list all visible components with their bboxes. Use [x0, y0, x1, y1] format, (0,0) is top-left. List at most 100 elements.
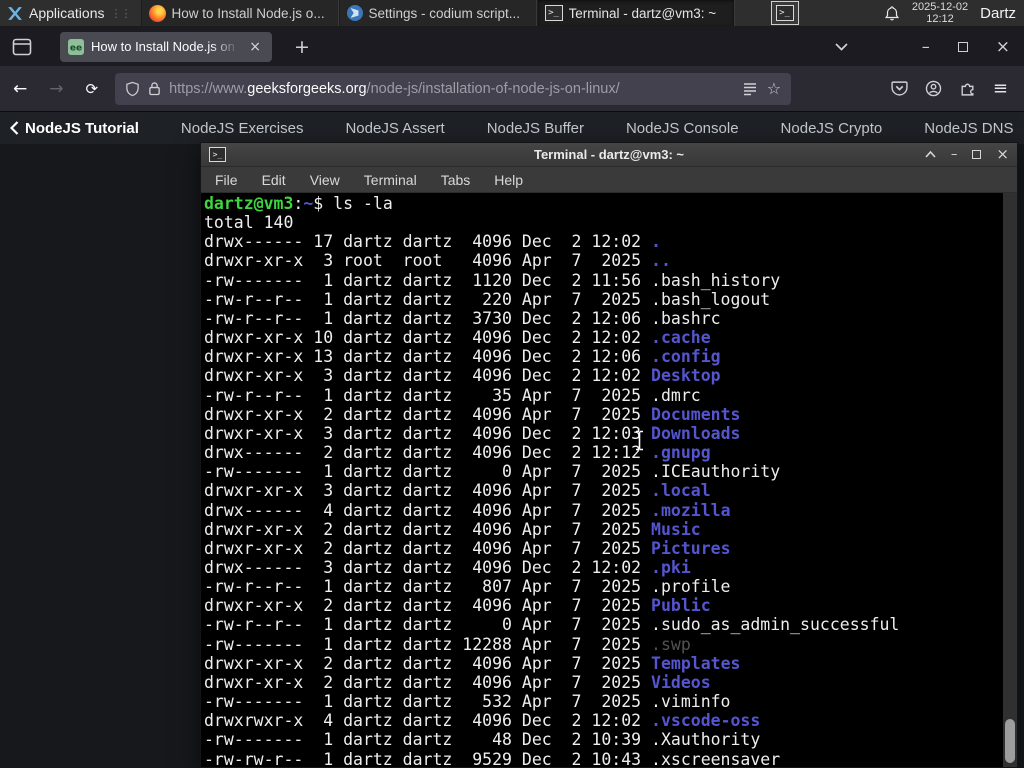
bookmark-star-icon[interactable]: ☆: [767, 79, 781, 98]
terminal-menubar: File Edit View Terminal Tabs Help: [201, 167, 1017, 193]
terminal-icon: >_: [775, 5, 794, 21]
terminal-line: drwx------ 2 dartz dartz 4096 Dec 2 12:1…: [204, 443, 711, 463]
vscodium-icon: [346, 5, 363, 21]
window-close-button[interactable]: ×: [982, 33, 1024, 61]
site-nav-link-assert[interactable]: NodeJS Assert: [345, 120, 444, 137]
terminal-line: drwxr-xr-x 2 dartz dartz 4096 Apr 7 2025…: [204, 538, 731, 558]
menu-edit[interactable]: Edit: [262, 172, 286, 188]
tray-terminal-icon[interactable]: >_: [770, 1, 799, 25]
terminal-line: drwxr-xr-x 2 dartz dartz 4096 Apr 7 2025…: [204, 519, 701, 539]
list-all-tabs-chevron-icon[interactable]: [821, 39, 862, 55]
forward-button[interactable]: →: [40, 74, 72, 104]
taskbar-window-terminal[interactable]: >_ Terminal - dartz@vm3: ~: [536, 0, 735, 26]
terminal-line: drwxr-xr-x 10 dartz dartz 4096 Dec 2 12:…: [204, 328, 711, 348]
site-nav-link-console[interactable]: NodeJS Console: [626, 120, 739, 137]
terminal-line: drwx------ 4 dartz dartz 4096 Apr 7 2025…: [204, 500, 731, 520]
toolbar-right-icons: ≡: [887, 74, 1024, 103]
terminal-line: drwx------ 17 dartz dartz 4096 Dec 2 12:…: [204, 232, 661, 252]
site-nav-link-exercises[interactable]: NodeJS Exercises: [181, 120, 304, 137]
terminal-line: -rw-r--r-- 1 dartz dartz 220 Apr 7 2025 …: [204, 289, 771, 309]
nav-scroll-left-chevron-icon[interactable]: [10, 121, 19, 135]
taskbar-window-title: How to Install Node.js o...: [171, 5, 325, 21]
tracking-protection-shield-icon[interactable]: [125, 81, 140, 97]
desktop: Applications ⋮⋮ How to Install Node.js o…: [0, 0, 1024, 768]
terminal-line: drwxr-xr-x 2 dartz dartz 4096 Apr 7 2025…: [204, 404, 741, 424]
terminal-shade-button[interactable]: [925, 151, 936, 158]
terminal-line: total 140: [204, 213, 294, 233]
terminal-screen[interactable]: dartz@vm3:~$ ls -la total 140 drwx------ 1…: [201, 193, 1017, 767]
terminal-line: -rw------- 1 dartz dartz 0 Apr 7 2025 .I…: [204, 462, 781, 482]
tab-title: How to Install Node.js on: [91, 39, 240, 54]
site-nav-link-dns[interactable]: NodeJS DNS: [924, 120, 1013, 137]
browser-toolbar: ← → ⟳ https://www.geeksforgeeks.org/node…: [0, 66, 1024, 112]
url-text: https://www.geeksforgeeks.org/node-js/in…: [169, 80, 620, 97]
firefox-view-icon[interactable]: [12, 38, 32, 56]
terminal-line: -rw-r--r-- 1 dartz dartz 35 Apr 7 2025 .…: [204, 385, 701, 405]
applications-menu-button[interactable]: Applications ⋮⋮: [0, 0, 141, 26]
terminal-line: dartz@vm3:~$ ls -la: [204, 194, 393, 213]
taskbar-window-title: Terminal - dartz@vm3: ~: [568, 5, 717, 21]
terminal-window-title: Terminal - dartz@vm3: ~: [533, 147, 685, 162]
menu-hamburger-icon[interactable]: ≡: [989, 74, 1012, 103]
account-icon[interactable]: [921, 76, 946, 101]
terminal-line: -rw-r--r-- 1 dartz dartz 807 Apr 7 2025 …: [204, 577, 731, 597]
window-controls: – ×: [821, 33, 1024, 61]
terminal-line: -rw-r--r-- 1 dartz dartz 0 Apr 7 2025 .s…: [204, 615, 900, 635]
terminal-output: dartz@vm3:~$ ls -la total 140 drwx------ 1…: [201, 193, 1003, 767]
terminal-titlebar[interactable]: >_ Terminal - dartz@vm3: ~ – ×: [201, 143, 1017, 167]
menu-tabs[interactable]: Tabs: [441, 172, 471, 188]
firefox-icon: [148, 4, 166, 22]
site-nav-link-tutorial[interactable]: NodeJS Tutorial: [25, 120, 139, 137]
taskbar-window-firefox[interactable]: How to Install Node.js o...: [140, 0, 339, 26]
geeksforgeeks-favicon: ee: [68, 38, 84, 55]
terminal-line: drwxr-xr-x 2 dartz dartz 4096 Apr 7 2025…: [204, 596, 711, 616]
site-nav-link-buffer[interactable]: NodeJS Buffer: [487, 120, 584, 137]
terminal-line: drwxrwxr-x 4 dartz dartz 4096 Dec 2 12:0…: [204, 711, 761, 731]
browser-tab-bar: ee How to Install Node.js on × + – ×: [0, 27, 1024, 66]
menu-terminal[interactable]: Terminal: [364, 172, 417, 188]
terminal-line: drwxr-xr-x 3 dartz dartz 4096 Dec 2 12:0…: [204, 366, 721, 386]
terminal-scrollbar[interactable]: [1003, 193, 1017, 767]
applications-label: Applications: [29, 5, 105, 21]
terminal-minimize-button[interactable]: –: [951, 148, 958, 161]
terminal-icon: >_: [544, 5, 563, 21]
terminal-line: -rw------- 1 dartz dartz 1120 Dec 2 11:5…: [204, 270, 781, 290]
menu-file[interactable]: File: [215, 172, 238, 188]
terminal-scrollbar-thumb[interactable]: [1005, 719, 1015, 763]
taskbar: Applications ⋮⋮ How to Install Node.js o…: [0, 0, 1024, 27]
terminal-line: drwx------ 3 dartz dartz 4096 Dec 2 12:0…: [204, 557, 691, 577]
clock[interactable]: 2025-12-02 12:12: [912, 1, 968, 25]
window-minimize-button[interactable]: –: [908, 33, 944, 60]
terminal-line: -rw------- 1 dartz dartz 532 Apr 7 2025 …: [204, 692, 731, 712]
terminal-maximize-button[interactable]: [972, 150, 982, 159]
menu-view[interactable]: View: [310, 172, 340, 188]
reader-view-icon[interactable]: [743, 81, 757, 97]
user-menu[interactable]: Dartz: [980, 5, 1016, 22]
browser-tab-active[interactable]: ee How to Install Node.js on ×: [60, 31, 272, 62]
tab-close-icon[interactable]: ×: [246, 39, 264, 55]
terminal-line: drwxr-xr-x 13 dartz dartz 4096 Dec 2 12:…: [204, 347, 721, 367]
terminal-line: -rw------- 1 dartz dartz 48 Dec 2 10:39 …: [204, 730, 761, 750]
menu-help[interactable]: Help: [494, 172, 523, 188]
lock-icon[interactable]: [148, 81, 161, 96]
notification-bell-icon[interactable]: [884, 5, 900, 22]
terminal-line: -rw------- 1 dartz dartz 12288 Apr 7 202…: [204, 634, 691, 654]
new-tab-button[interactable]: +: [288, 36, 316, 58]
url-bar[interactable]: https://www.geeksforgeeks.org/node-js/in…: [115, 72, 792, 105]
taskbar-window-codium[interactable]: Settings - codium script...: [338, 0, 537, 26]
extensions-puzzle-icon[interactable]: [955, 76, 980, 101]
terminal-line: drwxr-xr-x 3 root root 4096 Apr 7 2025 .…: [204, 251, 671, 271]
terminal-line: drwxr-xr-x 2 dartz dartz 4096 Apr 7 2025…: [204, 672, 711, 692]
site-nav-link-crypto[interactable]: NodeJS Crypto: [781, 120, 883, 137]
pocket-icon[interactable]: [887, 76, 912, 101]
reload-button[interactable]: ⟳: [77, 75, 108, 103]
terminal-line: -rw-r--r-- 1 dartz dartz 3730 Dec 2 12:0…: [204, 308, 721, 328]
window-maximize-button[interactable]: [944, 38, 982, 56]
terminal-close-button[interactable]: ×: [996, 147, 1009, 162]
distributor-logo-icon: [8, 6, 22, 20]
taskbar-window-title: Settings - codium script...: [368, 5, 521, 21]
site-nav-header: NodeJS Tutorial NodeJS Exercises NodeJS …: [0, 112, 1024, 145]
clock-time: 12:12: [926, 13, 954, 25]
back-button[interactable]: ←: [4, 74, 36, 104]
system-tray: >_: [770, 0, 799, 26]
